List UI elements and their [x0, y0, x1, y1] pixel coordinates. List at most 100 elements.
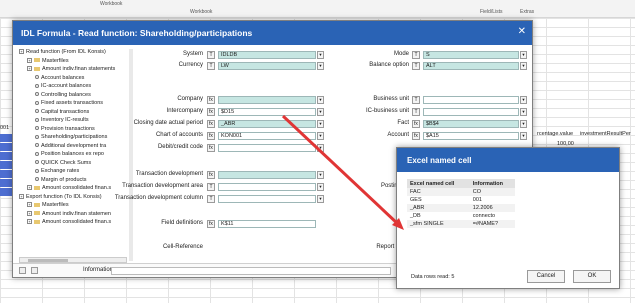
field-input[interactable]: $B$4	[423, 120, 519, 128]
field-input[interactable]: _ABR	[218, 120, 316, 128]
field-input[interactable]	[218, 144, 316, 152]
chevron-down-icon[interactable]: ▼	[317, 144, 324, 152]
formula-toggle-button[interactable]: fx	[207, 132, 215, 140]
information-label: Information	[83, 267, 114, 273]
table-row[interactable]: _sfm SINGLE =#NAME?	[407, 220, 515, 228]
refresh-icon[interactable]	[31, 267, 38, 274]
tree-item[interactable]: Margin of products	[35, 177, 87, 184]
field-label: Currency	[178, 62, 203, 68]
tree-item[interactable]: Additional development tra	[35, 143, 106, 150]
field-input[interactable]: K$11	[218, 220, 316, 228]
tree-item[interactable]: + Amount indiv.finan statements	[27, 66, 115, 73]
text-toggle-button[interactable]: T	[207, 183, 215, 191]
chevron-down-icon[interactable]: ▼	[317, 171, 324, 179]
tree-item[interactable]: + Amount consolidated finan.s	[27, 185, 111, 192]
tree-item[interactable]: Capital transactions	[35, 109, 89, 116]
field-label: Debit/credit code	[157, 144, 203, 150]
tree-item[interactable]: Account balances	[35, 75, 84, 82]
tree-item-label: Capital transactions	[41, 108, 90, 115]
chevron-down-icon[interactable]: ▼	[520, 108, 527, 116]
field-input[interactable]: IDLDB	[218, 51, 316, 59]
ribbon-tab-field-lists[interactable]: Field/Lists	[480, 9, 503, 15]
tree-item[interactable]: IC-account balances	[35, 83, 91, 90]
ok-button[interactable]: OK	[573, 270, 611, 283]
tree-item-label: Additional development tra	[41, 142, 107, 149]
excel-header-percentage[interactable]: rcentage.value	[537, 131, 573, 137]
field-input[interactable]	[423, 96, 519, 104]
tree-item[interactable]: Exchange rates	[35, 168, 79, 175]
tree-item[interactable]: Position balances ex repo	[35, 151, 104, 158]
chevron-down-icon[interactable]: ▼	[317, 132, 324, 140]
ribbon-tab-workbook-2[interactable]: Workbook	[190, 9, 212, 15]
tree-item[interactable]: + Masterfiles	[27, 202, 69, 209]
tree-item[interactable]: + Export function (To IDL Konsis)	[19, 194, 102, 201]
chevron-down-icon[interactable]: ▼	[520, 120, 527, 128]
filter-icon[interactable]	[19, 267, 26, 274]
field-input[interactable]: KON001	[218, 132, 316, 140]
chevron-down-icon[interactable]: ▼	[317, 62, 324, 70]
field-input[interactable]: ALT	[423, 62, 519, 70]
excel-header-investment[interactable]: investmentResultPer	[580, 131, 631, 137]
tree-vertical-scrollbar[interactable]	[129, 49, 133, 261]
text-toggle-button[interactable]: T	[412, 96, 420, 104]
table-row[interactable]: _DB connecto	[407, 212, 515, 220]
tree-item[interactable]: + Amount indiv.finan statemen	[27, 211, 111, 218]
text-toggle-button[interactable]: T	[412, 62, 420, 70]
tree-item[interactable]: + Masterfiles	[27, 58, 69, 65]
table-row[interactable]: FAC CO	[407, 188, 515, 196]
field-input[interactable]: $A15	[423, 132, 519, 140]
formula-toggle-button[interactable]: fx	[207, 171, 215, 179]
expand-icon: +	[27, 185, 32, 191]
close-icon[interactable]: ✕	[518, 26, 526, 37]
formula-toggle-button[interactable]: fx	[207, 220, 215, 228]
field-input[interactable]	[218, 195, 316, 203]
chevron-down-icon[interactable]: ▼	[317, 96, 324, 104]
folder-icon	[34, 219, 40, 224]
formula-toggle-button[interactable]: fx	[207, 108, 215, 116]
field-input[interactable]: $D15	[218, 108, 316, 116]
text-toggle-button[interactable]: T	[207, 51, 215, 59]
formula-toggle-button[interactable]: fx	[207, 120, 215, 128]
tree-item[interactable]: QUICK Check Sums	[35, 160, 91, 167]
column-header-name[interactable]: Excel named cell	[407, 179, 470, 188]
chevron-down-icon[interactable]: ▼	[317, 120, 324, 128]
tree-item[interactable]: Fixed assets transactions	[35, 100, 103, 107]
tree-item[interactable]: Provision transactions	[35, 126, 95, 133]
tree-item[interactable]: Controlling balances	[35, 92, 91, 99]
tree-item[interactable]: Shareholding/participations	[35, 134, 107, 141]
field-input[interactable]	[218, 183, 316, 191]
excel-selected-row	[0, 179, 12, 187]
field-input[interactable]: LW	[218, 62, 316, 70]
chevron-down-icon[interactable]: ▼	[317, 195, 324, 203]
field-input[interactable]	[218, 96, 316, 104]
tree-item[interactable]: + Amount consolidated finan.s	[27, 219, 111, 226]
text-toggle-button[interactable]: T	[412, 51, 420, 59]
cancel-button[interactable]: Cancel	[527, 270, 565, 283]
chevron-down-icon[interactable]: ▼	[520, 132, 527, 140]
chevron-down-icon[interactable]: ▼	[520, 51, 527, 59]
tree-item[interactable]: Inventory IC-results	[35, 117, 89, 124]
function-icon	[35, 143, 39, 148]
tree-item-label: Inventory IC-results	[41, 117, 89, 123]
table-row[interactable]: GES 001	[407, 196, 515, 204]
text-toggle-button[interactable]: T	[207, 195, 215, 203]
ribbon-tab-extras[interactable]: Extras	[520, 9, 534, 15]
text-toggle-button[interactable]: T	[412, 108, 420, 116]
ribbon-tab-workbook[interactable]: Workbook	[100, 1, 122, 7]
chevron-down-icon[interactable]: ▼	[520, 62, 527, 70]
field-input[interactable]	[423, 108, 519, 116]
field-input[interactable]: S	[423, 51, 519, 59]
field-input[interactable]	[218, 171, 316, 179]
column-header-info[interactable]: Information	[469, 179, 515, 188]
chevron-down-icon[interactable]: ▼	[317, 51, 324, 59]
table-row[interactable]: _ABR 12.2006	[407, 204, 515, 212]
chevron-down-icon[interactable]: ▼	[520, 96, 527, 104]
formula-toggle-button[interactable]: fx	[412, 120, 420, 128]
tree-item[interactable]: + Read function (From IDL Konsis)	[19, 49, 106, 56]
chevron-down-icon[interactable]: ▼	[317, 108, 324, 116]
formula-toggle-button[interactable]: fx	[412, 132, 420, 140]
chevron-down-icon[interactable]: ▼	[317, 183, 324, 191]
formula-toggle-button[interactable]: fx	[207, 96, 215, 104]
text-toggle-button[interactable]: T	[207, 62, 215, 70]
formula-toggle-button[interactable]: fx	[207, 144, 215, 152]
